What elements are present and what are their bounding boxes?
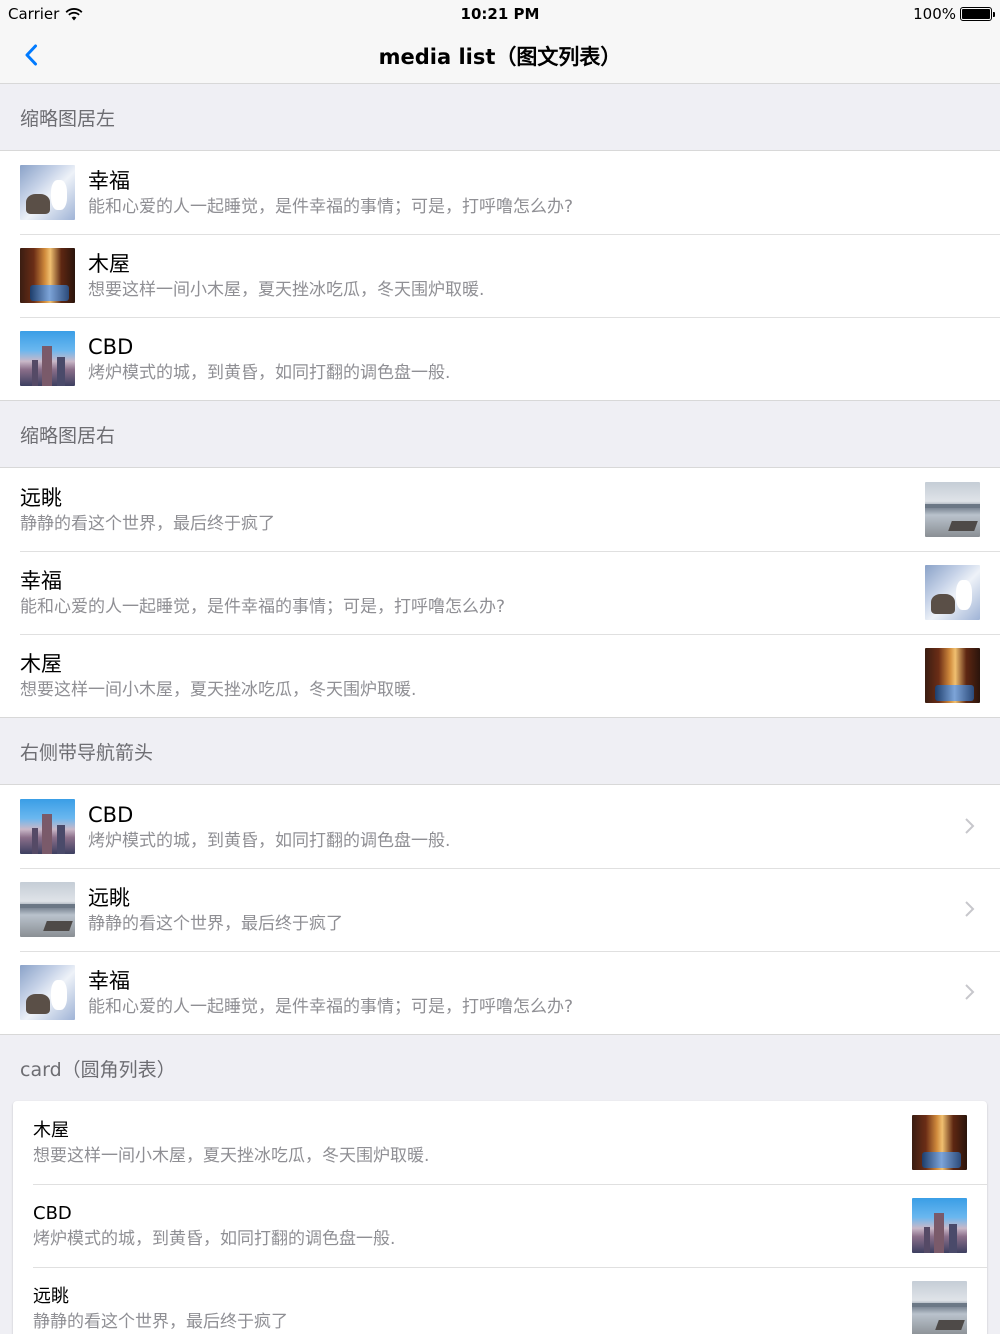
- status-time: 10:21 PM: [460, 5, 540, 23]
- item-subtitle: 静静的看这个世界，最后终于疯了: [20, 513, 275, 534]
- item-subtitle: 想要这样一间小木屋，夏天挫冰吃瓜，冬天围炉取暖.: [33, 1145, 430, 1166]
- section-header-thumb-right: 缩略图居右: [20, 424, 116, 447]
- chevron-right-icon: [965, 818, 975, 834]
- item-subtitle: 想要这样一间小木屋，夏天挫冰吃瓜，冬天围炉取暖.: [88, 279, 485, 300]
- item-title: 木屋: [33, 1119, 69, 1141]
- table-thumb-left: 幸福能和心爱的人一起睡觉，是件幸福的事情；可是，打呼噜怎么办? 木屋想要这样一间…: [0, 150, 1000, 401]
- chevron-right-icon: [965, 901, 975, 917]
- item-title: 幸福: [20, 568, 62, 593]
- cabin-image: [925, 648, 980, 703]
- list-item[interactable]: 幸福能和心爱的人一起睡觉，是件幸福的事情；可是，打呼噜怎么办?: [0, 551, 1000, 634]
- list-item[interactable]: 远眺静静的看这个世界，最后终于疯了: [0, 468, 1000, 551]
- item-subtitle: 烤炉模式的城，到黄昏，如同打翻的调色盘一般.: [88, 362, 451, 383]
- cbd-image: [20, 331, 75, 386]
- cabin-image: [912, 1115, 967, 1170]
- back-button[interactable]: [16, 40, 46, 70]
- card-list: 木屋想要这样一间小木屋，夏天挫冰吃瓜，冬天围炉取暖. CBD 烤炉模式的城，到黄昏…: [13, 1101, 987, 1334]
- cat-image: [925, 565, 980, 620]
- item-subtitle: 烤炉模式的城，到黄昏，如同打翻的调色盘一般.: [33, 1228, 396, 1249]
- item-subtitle: 静静的看这个世界，最后终于疯了: [88, 913, 343, 934]
- status-bar: Carrier 10:21 PM 100%: [0, 0, 1000, 28]
- item-title: CBD: [88, 802, 134, 827]
- chevron-left-icon: [25, 44, 37, 66]
- list-item[interactable]: CBD 烤炉模式的城，到黄昏，如同打翻的调色盘一般.: [13, 1184, 987, 1267]
- view-image: [925, 482, 980, 537]
- item-title: 木屋: [88, 251, 130, 276]
- list-item[interactable]: 木屋想要这样一间小木屋，夏天挫冰吃瓜，冬天围炉取暖.: [0, 234, 1000, 317]
- list-item[interactable]: CBD 烤炉模式的城，到黄昏，如同打翻的调色盘一般.: [0, 785, 1000, 868]
- carrier-label: Carrier: [8, 5, 60, 23]
- item-title: 远眺: [20, 485, 62, 510]
- item-title: 幸福: [88, 968, 130, 993]
- item-title: 木屋: [20, 651, 62, 676]
- status-left: Carrier: [8, 5, 83, 23]
- nav-bar: media list（图文列表）: [0, 28, 1000, 84]
- cabin-image: [20, 248, 75, 303]
- item-subtitle: 静静的看这个世界，最后终于疯了: [33, 1311, 288, 1332]
- cat-image: [20, 165, 75, 220]
- status-right: 100%: [913, 5, 995, 23]
- wifi-icon: [65, 7, 83, 20]
- item-title: CBD: [33, 1202, 72, 1224]
- item-title: 远眺: [33, 1285, 69, 1307]
- list-item[interactable]: 幸福能和心爱的人一起睡觉，是件幸福的事情；可是，打呼噜怎么办?: [0, 951, 1000, 1034]
- section-header-thumb-left: 缩略图居左: [20, 107, 116, 130]
- section-header-card: card（圆角列表）: [20, 1058, 176, 1081]
- cbd-image: [912, 1198, 967, 1253]
- view-image: [20, 882, 75, 937]
- item-title: 远眺: [88, 885, 130, 910]
- table-nav-arrow: CBD 烤炉模式的城，到黄昏，如同打翻的调色盘一般. 远眺静静的看这个世界，最后终…: [0, 784, 1000, 1035]
- chevron-right-icon: [965, 984, 975, 1000]
- battery-icon: [960, 7, 995, 21]
- list-item[interactable]: 幸福能和心爱的人一起睡觉，是件幸福的事情；可是，打呼噜怎么办?: [0, 151, 1000, 234]
- list-item[interactable]: CBD 烤炉模式的城，到黄昏，如同打翻的调色盘一般.: [0, 317, 1000, 400]
- page-title: media list（图文列表）: [378, 44, 622, 69]
- item-subtitle: 能和心爱的人一起睡觉，是件幸福的事情；可是，打呼噜怎么办?: [88, 196, 574, 217]
- item-title: CBD: [88, 334, 134, 359]
- item-subtitle: 想要这样一间小木屋，夏天挫冰吃瓜，冬天围炉取暖.: [20, 679, 417, 700]
- list-item[interactable]: 远眺静静的看这个世界，最后终于疯了: [13, 1267, 987, 1334]
- cbd-image: [20, 799, 75, 854]
- item-title: 幸福: [88, 168, 130, 193]
- item-subtitle: 烤炉模式的城，到黄昏，如同打翻的调色盘一般.: [88, 830, 451, 851]
- view-image: [912, 1281, 967, 1334]
- item-subtitle: 能和心爱的人一起睡觉，是件幸福的事情；可是，打呼噜怎么办?: [20, 596, 506, 617]
- section-header-nav-arrow: 右侧带导航箭头: [20, 741, 154, 764]
- table-thumb-right: 远眺静静的看这个世界，最后终于疯了 幸福能和心爱的人一起睡觉，是件幸福的事情；可…: [0, 467, 1000, 718]
- battery-percent: 100%: [913, 5, 956, 23]
- list-item[interactable]: 木屋想要这样一间小木屋，夏天挫冰吃瓜，冬天围炉取暖.: [0, 634, 1000, 717]
- list-item[interactable]: 木屋想要这样一间小木屋，夏天挫冰吃瓜，冬天围炉取暖.: [13, 1101, 987, 1184]
- cat-image: [20, 965, 75, 1020]
- list-item[interactable]: 远眺静静的看这个世界，最后终于疯了: [0, 868, 1000, 951]
- item-subtitle: 能和心爱的人一起睡觉，是件幸福的事情；可是，打呼噜怎么办?: [88, 996, 574, 1017]
